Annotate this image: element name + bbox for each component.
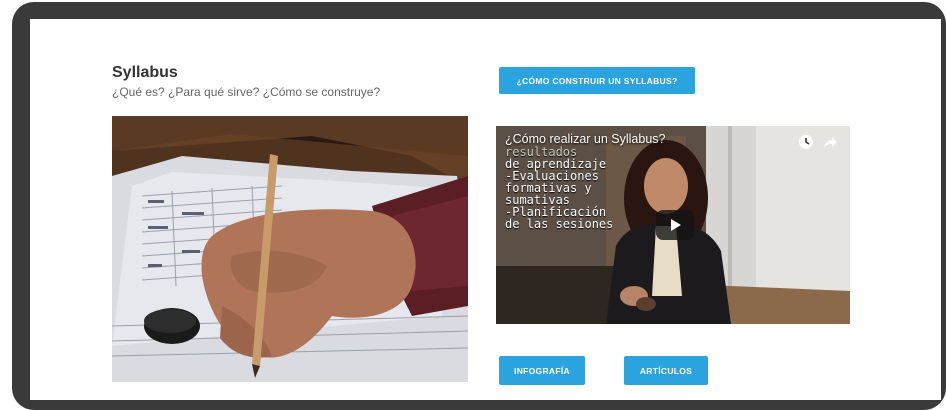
infografia-button[interactable]: INFOGRAFÍA — [499, 356, 585, 385]
articulos-button[interactable]: ARTÍCULOS — [624, 356, 708, 385]
page-title: Syllabus — [112, 64, 178, 81]
monitor-frame: Syllabus ¿Qué es? ¿Para qué sirve? ¿Cómo… — [12, 2, 946, 410]
share-icon[interactable] — [822, 134, 838, 155]
play-button[interactable] — [656, 210, 694, 240]
overlay-line: de las sesiones — [505, 217, 614, 231]
page-content: Syllabus ¿Qué es? ¿Para qué sirve? ¿Cómo… — [30, 19, 941, 400]
hand-writing-photo — [112, 116, 468, 382]
video-overlay-text: resultados de aprendizaje -Evaluaciones … — [505, 146, 625, 230]
video-player[interactable]: ¿Cómo realizar un Syllabus? resultados d… — [496, 126, 850, 324]
page-subtitle: ¿Qué es? ¿Para qué sirve? ¿Cómo se const… — [112, 85, 381, 99]
video-title[interactable]: ¿Cómo realizar un Syllabus? — [505, 132, 666, 146]
how-to-build-syllabus-button[interactable]: ¿CÓMO CONSTRUIR UN SYLLABUS? — [499, 67, 695, 94]
clock-icon[interactable] — [798, 134, 814, 155]
play-icon — [671, 219, 681, 231]
